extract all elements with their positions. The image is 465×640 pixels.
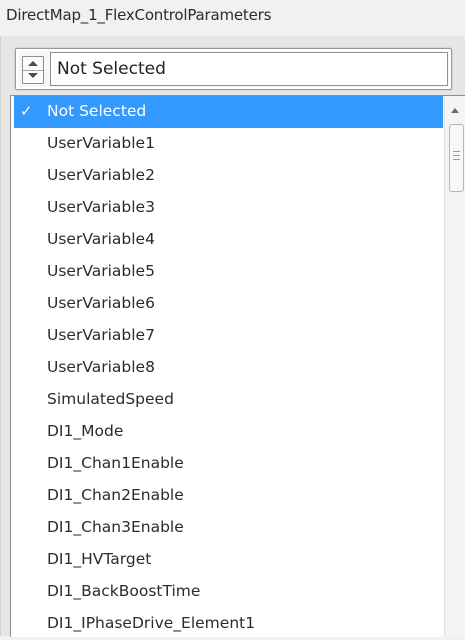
list-item[interactable]: DI1_Chan2Enable (11, 480, 443, 512)
option-label: DI1_Chan1Enable (47, 454, 184, 472)
option-label: DI1_Mode (47, 422, 124, 440)
parameter-combo-box[interactable]: Not Selected (15, 48, 452, 90)
option-label: UserVariable7 (47, 326, 155, 344)
option-label: DI1_HVTarget (47, 550, 152, 568)
parameter-title: DirectMap_1_FlexControlParameters (6, 6, 272, 24)
list-item[interactable]: UserVariable2 (11, 160, 443, 192)
combo-selected-value: Not Selected (57, 59, 166, 79)
list-item[interactable]: DI1_Chan3Enable (11, 512, 443, 544)
list-item[interactable]: DI1_Mode (11, 416, 443, 448)
list-item[interactable]: UserVariable1 (11, 128, 443, 160)
grip-line (453, 151, 460, 152)
list-item-selected[interactable]: ✓ Not Selected (14, 96, 443, 128)
option-label: UserVariable1 (47, 134, 155, 152)
spin-up-button[interactable] (23, 57, 43, 71)
option-label: DI1_IPhaseDrive_Element1 (47, 614, 256, 632)
scroll-up-arrow-icon[interactable] (451, 108, 459, 113)
arrow-down-icon (28, 73, 38, 78)
option-label: UserVariable2 (47, 166, 155, 184)
option-list: ✓ Not Selected UserVariable1 UserVariable… (11, 96, 443, 640)
option-label: UserVariable4 (47, 230, 155, 248)
list-item[interactable]: UserVariable7 (11, 320, 443, 352)
list-item[interactable]: UserVariable5 (11, 256, 443, 288)
list-item[interactable]: UserVariable8 (11, 352, 443, 384)
arrow-up-icon (28, 61, 38, 66)
option-label: UserVariable8 (47, 358, 155, 376)
dropdown-list[interactable]: ✓ Not Selected UserVariable1 UserVariable… (10, 95, 465, 637)
option-label: UserVariable6 (47, 294, 155, 312)
spin-down-button[interactable] (23, 70, 43, 83)
check-icon: ✓ (20, 102, 33, 120)
option-label: Not Selected (47, 102, 147, 120)
option-label: UserVariable3 (47, 198, 155, 216)
list-item[interactable]: DI1_IPhaseDrive_Element1 (11, 608, 443, 640)
option-label: UserVariable5 (47, 262, 155, 280)
option-label: SimulatedSpeed (47, 390, 174, 408)
vertical-scrollbar[interactable] (444, 96, 465, 637)
spinner-control[interactable] (22, 56, 44, 84)
combo-value-field[interactable]: Not Selected (50, 52, 448, 86)
option-label: DI1_BackBoostTime (47, 582, 201, 600)
list-item[interactable]: UserVariable4 (11, 224, 443, 256)
option-label: DI1_Chan3Enable (47, 518, 184, 536)
list-item[interactable]: DI1_Chan1Enable (11, 448, 443, 480)
list-item[interactable]: SimulatedSpeed (11, 384, 443, 416)
list-item[interactable]: DI1_BackBoostTime (11, 576, 443, 608)
list-item[interactable]: DI1_HVTarget (11, 544, 443, 576)
list-item[interactable]: UserVariable6 (11, 288, 443, 320)
grip-line (453, 159, 460, 160)
scrollbar-thumb[interactable] (449, 124, 464, 192)
list-item[interactable]: UserVariable3 (11, 192, 443, 224)
grip-line (453, 155, 460, 156)
option-label: DI1_Chan2Enable (47, 486, 184, 504)
